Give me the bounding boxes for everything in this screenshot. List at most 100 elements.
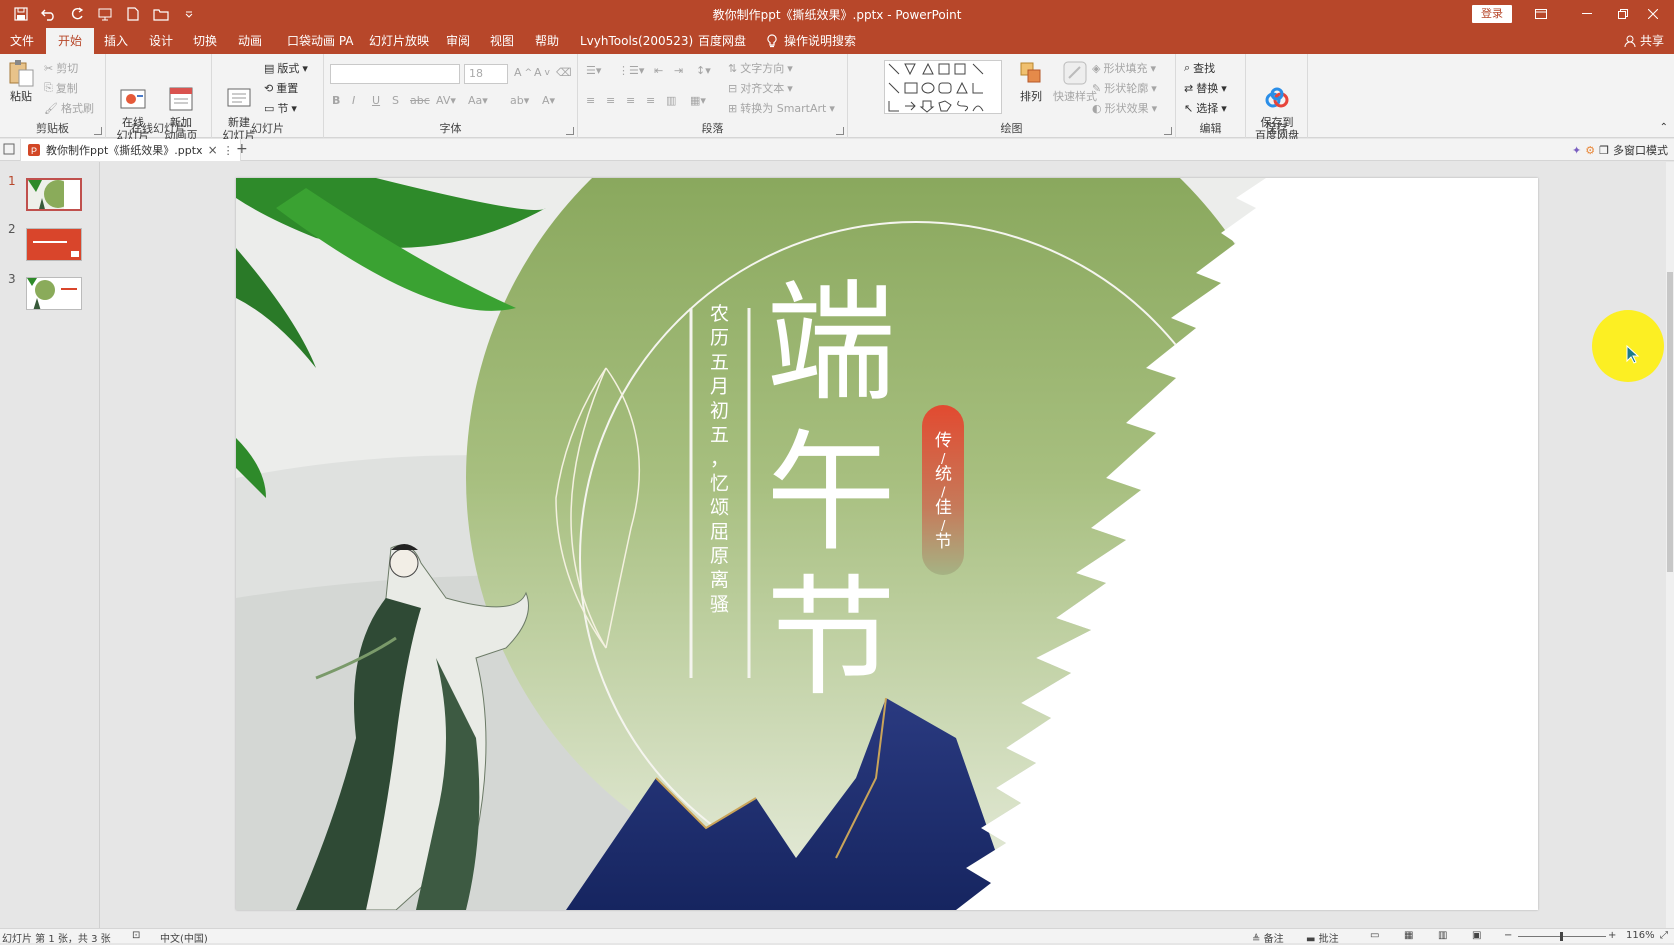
vertical-scrollbar[interactable] bbox=[1666, 162, 1674, 928]
decrease-indent-button[interactable]: ⇤ bbox=[654, 64, 663, 77]
distributed-button[interactable]: ▥ bbox=[666, 94, 676, 107]
font-color-button[interactable]: A▾ bbox=[542, 94, 555, 107]
share-button[interactable]: 共享 bbox=[1624, 28, 1664, 54]
bullets-button[interactable]: ☰▾ bbox=[586, 64, 601, 77]
close-icon[interactable] bbox=[1630, 0, 1674, 28]
magic-wand-icon[interactable]: ✦ bbox=[1572, 144, 1581, 157]
copy-button[interactable]: ⎘ 复制 bbox=[44, 80, 78, 96]
bold-button[interactable]: B bbox=[332, 94, 340, 107]
arrange-icon bbox=[1016, 58, 1046, 88]
line-spacing-button[interactable]: ↕▾ bbox=[696, 64, 711, 77]
select-button[interactable]: ↖ 选择 ▾ bbox=[1184, 100, 1227, 116]
text-direction-button[interactable]: ⇅ 文字方向 ▾ bbox=[728, 60, 793, 76]
tab-manager-icon[interactable] bbox=[3, 143, 15, 158]
shadow-button[interactable]: S bbox=[392, 94, 399, 107]
reset-icon: ⟲ bbox=[264, 81, 274, 95]
font-size-combo[interactable]: 18 bbox=[464, 64, 508, 84]
tab-review[interactable]: 审阅 bbox=[446, 28, 470, 54]
character-spacing-button[interactable]: AV▾ bbox=[436, 94, 456, 107]
text-direction-label: 文字方向 bbox=[740, 62, 785, 75]
increase-font-size-button[interactable]: A ^ bbox=[514, 66, 532, 79]
reset-button[interactable]: ⟲ 重置 bbox=[264, 80, 298, 96]
justify-button[interactable]: ≡ bbox=[646, 94, 655, 107]
clear-formatting-icon[interactable]: ⌫ bbox=[556, 66, 572, 79]
find-button[interactable]: ⌕ 查找 bbox=[1184, 60, 1215, 76]
cut-button[interactable]: ✂ 剪切 bbox=[44, 60, 78, 76]
zoom-out-icon[interactable]: − bbox=[1504, 930, 1512, 941]
slide-thumbnail-2[interactable] bbox=[26, 228, 82, 261]
slide-sorter-icon[interactable]: ▦ bbox=[1404, 930, 1413, 941]
zoom-level[interactable]: 116% bbox=[1626, 930, 1655, 941]
login-button[interactable]: 登录 bbox=[1472, 5, 1512, 23]
normal-view-icon[interactable]: ▭ bbox=[1370, 930, 1379, 941]
slideshow-view-icon[interactable]: ▣ bbox=[1472, 930, 1481, 941]
tab-slideshow[interactable]: 幻灯片放映 bbox=[369, 28, 429, 54]
scrollbar-thumb[interactable] bbox=[1667, 272, 1673, 572]
tab-design[interactable]: 设计 bbox=[149, 28, 173, 54]
shape-outline-button[interactable]: ✎ 形状轮廓 ▾ bbox=[1092, 80, 1157, 96]
ribbon-display-options-icon[interactable] bbox=[1518, 0, 1564, 28]
accessibility-icon[interactable]: ⊡ bbox=[132, 930, 140, 941]
slide-thumbnail-1[interactable] bbox=[26, 178, 82, 211]
numbering-button[interactable]: ⋮☰▾ bbox=[618, 64, 644, 77]
highlight-color-button[interactable]: ab▾ bbox=[510, 94, 529, 107]
close-tab-icon[interactable]: × bbox=[208, 143, 218, 157]
multi-window-button[interactable]: ✦ ⚙ ❐ 多窗口模式 bbox=[1572, 142, 1668, 158]
tab-view[interactable]: 视图 bbox=[490, 28, 514, 54]
format-painter-button[interactable]: 🖌 格式刷 bbox=[44, 100, 94, 116]
status-bar: 幻灯片 第 1 张，共 3 张 ⊡ 中文(中国) ≜ 备注 ▬ 批注 ▭ ▦ ▥… bbox=[0, 928, 1674, 945]
tab-file[interactable]: 文件 bbox=[10, 28, 34, 54]
settings-gear-icon[interactable]: ⚙ bbox=[1585, 144, 1595, 157]
document-tab[interactable]: P 教你制作ppt《撕纸效果》.pptx × ⋮ bbox=[20, 139, 241, 161]
scissors-icon: ✂ bbox=[44, 61, 54, 75]
font-launcher-icon[interactable] bbox=[566, 127, 574, 135]
pen-icon: ✎ bbox=[1092, 81, 1102, 95]
align-center-button[interactable]: ≡ bbox=[606, 94, 615, 107]
drawing-launcher-icon[interactable] bbox=[1164, 127, 1172, 135]
slide-canvas[interactable]: 端 午 节 农历五月初五，忆颂屈原离骚 传 / 统 / 佳 / 节 bbox=[236, 178, 1538, 910]
new-tab-icon[interactable]: + bbox=[236, 141, 248, 157]
columns-button[interactable]: ▦▾ bbox=[690, 94, 706, 107]
zoom-in-icon[interactable]: + bbox=[1608, 930, 1616, 941]
slide-thumbnail-3[interactable] bbox=[26, 277, 82, 310]
increase-indent-button[interactable]: ⇥ bbox=[674, 64, 683, 77]
tab-more-icon[interactable]: ⋮ bbox=[223, 144, 234, 157]
reading-view-icon[interactable]: ▥ bbox=[1438, 930, 1447, 941]
align-right-button[interactable]: ≡ bbox=[626, 94, 635, 107]
collapse-ribbon-icon[interactable]: ⌃ bbox=[1660, 122, 1668, 133]
tab-transitions[interactable]: 切换 bbox=[193, 28, 217, 54]
decrease-font-size-button[interactable]: Av bbox=[534, 66, 550, 79]
change-case-button[interactable]: Aa▾ bbox=[468, 94, 488, 107]
strikethrough-button[interactable]: abc bbox=[410, 94, 430, 107]
chevron-down-icon: ▾ bbox=[291, 101, 297, 115]
zoom-slider-thumb[interactable] bbox=[1560, 932, 1563, 941]
tab-pocket-animation[interactable]: 口袋动画 PA bbox=[287, 28, 354, 54]
clipboard-launcher-icon[interactable] bbox=[94, 127, 102, 135]
align-left-button[interactable]: ≡ bbox=[586, 94, 595, 107]
italic-button[interactable]: I bbox=[352, 94, 355, 107]
replace-button[interactable]: ⇄ 替换 ▾ bbox=[1184, 80, 1227, 96]
paragraph-launcher-icon[interactable] bbox=[836, 127, 844, 135]
font-name-combo[interactable] bbox=[330, 64, 460, 84]
tab-insert[interactable]: 插入 bbox=[104, 28, 128, 54]
shape-fill-button[interactable]: ◈ 形状填充 ▾ bbox=[1092, 60, 1156, 76]
underline-button[interactable]: U bbox=[372, 94, 380, 107]
tab-baidu-netdisk[interactable]: 百度网盘 bbox=[698, 28, 746, 54]
convert-smartart-button[interactable]: ⊞ 转换为 SmartArt ▾ bbox=[728, 100, 835, 116]
tab-home[interactable]: 开始 bbox=[46, 28, 95, 54]
tab-help[interactable]: 帮助 bbox=[535, 28, 559, 54]
section-button[interactable]: ▭ 节 ▾ bbox=[264, 100, 297, 116]
tab-lvyhtools[interactable]: LvyhTools(200523) bbox=[580, 28, 693, 54]
cut-label: 剪切 bbox=[56, 62, 79, 75]
drawing-group: 排列 快速样式 ◈ 形状填充 ▾ ✎ 形状轮廓 ▾ ◐ 形状效果 ▾ 绘图 bbox=[848, 54, 1176, 138]
tab-animations[interactable]: 动画 bbox=[238, 28, 262, 54]
slides-group: 新建 幻灯片 ▤ 版式 ▾ ⟲ 重置 ▭ 节 ▾ 幻灯片 bbox=[212, 54, 324, 142]
fit-to-window-icon[interactable]: ⤢ bbox=[1660, 930, 1668, 941]
tell-me-search[interactable]: 操作说明搜索 bbox=[766, 28, 856, 54]
layout-button[interactable]: ▤ 版式 ▾ bbox=[264, 60, 308, 76]
shape-effects-button[interactable]: ◐ 形状效果 ▾ bbox=[1092, 100, 1157, 116]
paste-button[interactable]: 粘贴 bbox=[6, 58, 36, 103]
arrange-button[interactable]: 排列 bbox=[1016, 58, 1046, 103]
shapes-gallery[interactable] bbox=[884, 60, 1002, 114]
align-text-button[interactable]: ⊟ 对齐文本 ▾ bbox=[728, 80, 793, 96]
